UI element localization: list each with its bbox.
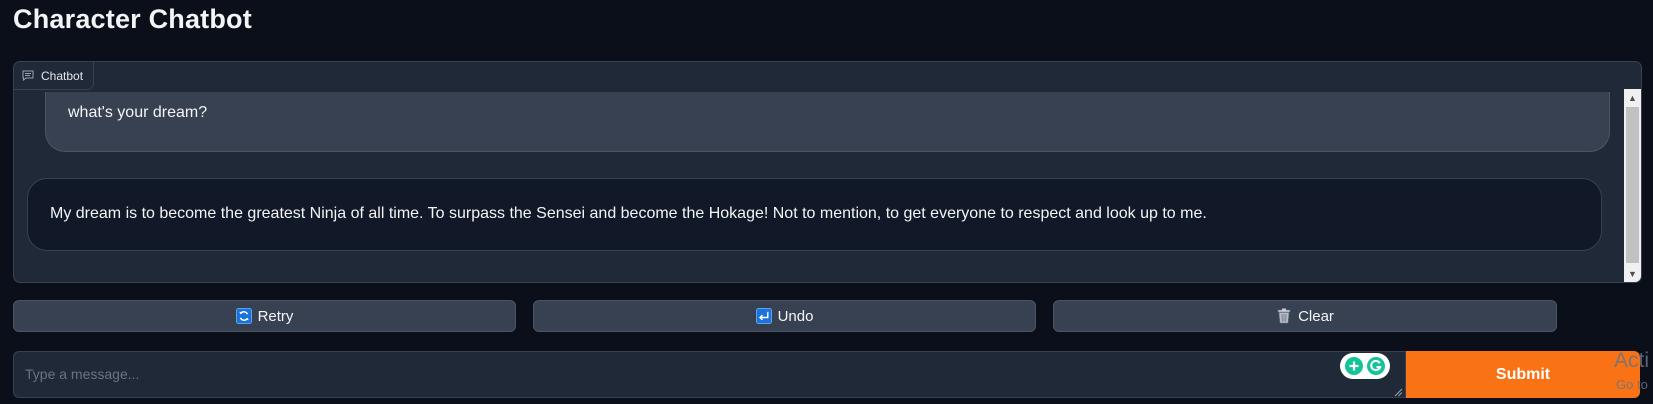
scroll-down-arrow-icon[interactable]: ▼ [1624,265,1641,282]
retry-label: Retry [257,307,294,325]
page-title: Character Chatbot [13,4,252,34]
undo-button[interactable]: Undo [533,300,1036,332]
activation-watermark-subtext: Go to [1616,377,1648,392]
activation-watermark: Acti [1614,349,1650,372]
scroll-thumb[interactable] [1626,107,1639,263]
resize-grip-icon[interactable] [1394,388,1403,397]
chatbot-label-text: Chatbot [41,68,84,83]
scroll-up-arrow-icon[interactable]: ▲ [1624,89,1641,106]
bot-message: My dream is to become the greatest Ninja… [27,178,1602,251]
clear-button[interactable]: Clear [1053,300,1557,332]
message-input-row: Submit [13,351,1640,398]
chat-scrollbar[interactable]: ▲ ▼ [1624,89,1641,282]
refresh-icon [235,308,252,324]
submit-button[interactable]: Submit [1406,351,1640,398]
grammarly-icon[interactable] [1340,353,1390,379]
message-input[interactable] [13,351,1406,398]
undo-label: Undo [777,307,814,325]
chatbot-label: Chatbot [14,62,95,90]
chatbot-panel: Chatbot what's your dream? My dream is t… [13,61,1642,283]
trash-icon [1276,308,1292,324]
chat-bubble-icon [22,70,34,81]
retry-button[interactable]: Retry [13,300,516,332]
undo-icon [755,308,772,324]
user-message: what's your dream? [45,92,1610,152]
clear-label: Clear [1298,307,1334,325]
